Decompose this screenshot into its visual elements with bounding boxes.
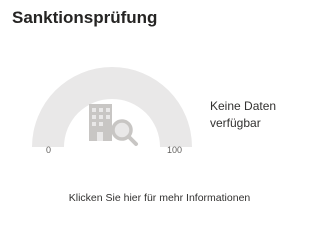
gauge-min-label: 0 <box>46 145 52 155</box>
gauge-max-label: 100 <box>167 145 183 155</box>
building-search-icon <box>89 104 138 146</box>
no-data-message: Keine Daten verfügbar <box>210 99 277 130</box>
sanctions-check-card: Sanktionsprüfung 0 100 Keine Daten verfü… <box>0 0 319 212</box>
more-info-link[interactable]: Klicken Sie hier für mehr Informationen <box>0 192 319 204</box>
